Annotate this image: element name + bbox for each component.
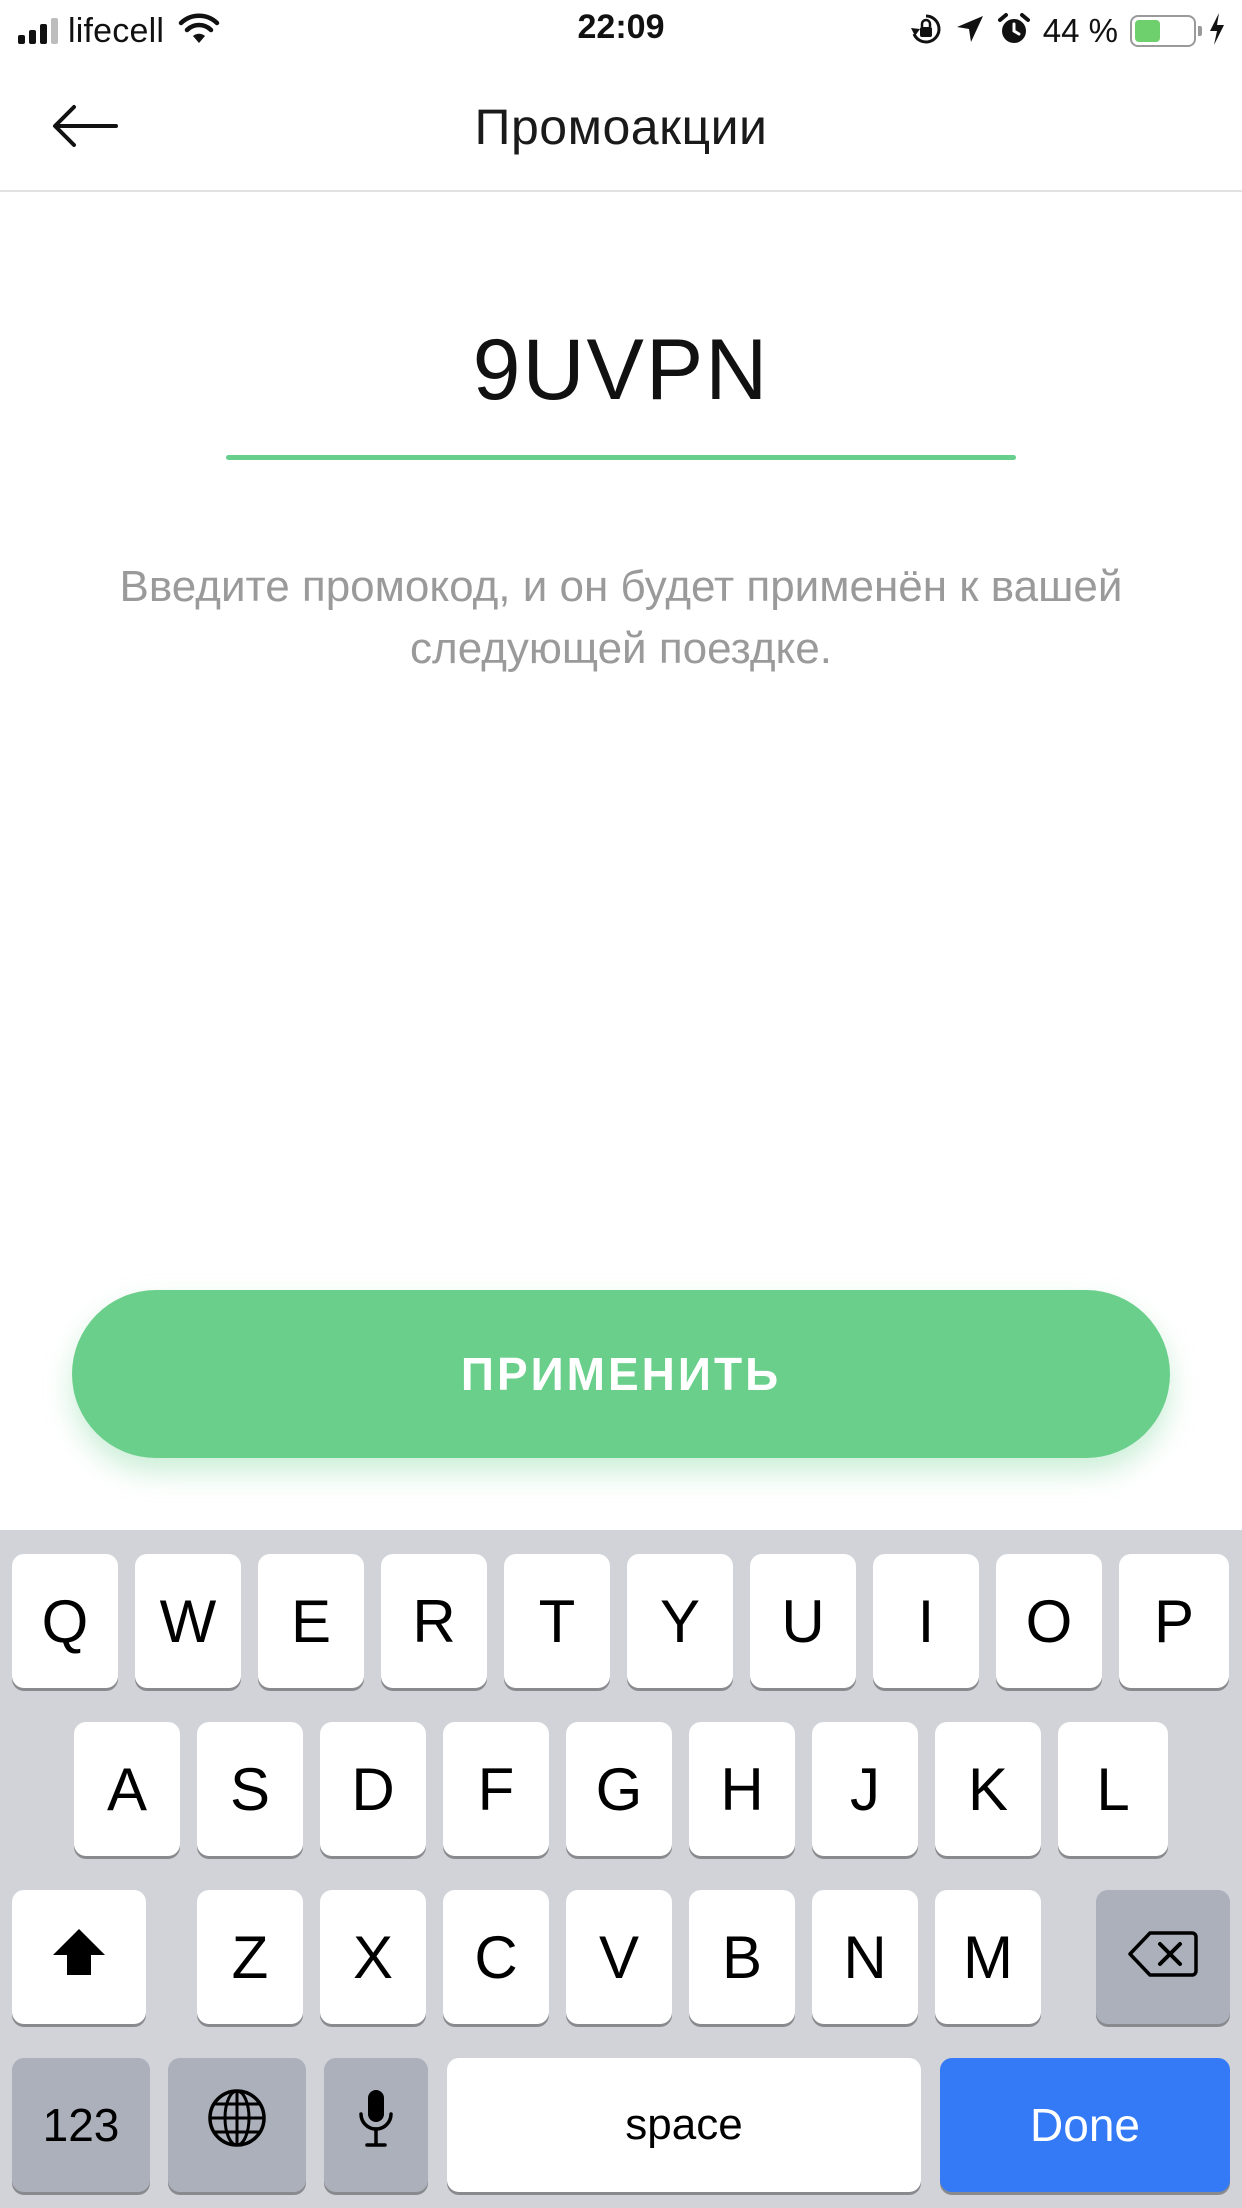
backspace-icon [1128,1923,1198,1992]
key-u[interactable]: U [750,1554,856,1688]
backspace-key[interactable] [1096,1890,1230,2024]
numbers-key[interactable]: 123 [12,2058,150,2192]
nav-bar: Промоакции [0,62,1242,192]
page-title: Промоакции [474,99,768,155]
shift-key[interactable] [12,1890,146,2024]
globe-key[interactable] [168,2058,306,2192]
key-s[interactable]: S [197,1722,303,1856]
promo-input-underline [226,455,1016,460]
microphone-key[interactable] [324,2058,428,2192]
promo-hint-text: Введите промокод, и он будет применён к … [119,562,1123,673]
key-a[interactable]: A [74,1722,180,1856]
key-y[interactable]: Y [627,1554,733,1688]
key-g[interactable]: G [566,1722,672,1856]
status-right: 44 % [909,10,1226,52]
key-x[interactable]: X [320,1890,426,2024]
key-t[interactable]: T [504,1554,610,1688]
shift-arrow-icon [50,1923,108,1992]
key-w[interactable]: W [135,1554,241,1688]
key-v[interactable]: V [566,1890,672,2024]
key-j[interactable]: J [812,1722,918,1856]
apply-button[interactable]: ПРИМЕНИТЬ [72,1290,1170,1458]
microphone-icon [356,2087,396,2163]
orientation-lock-icon [909,12,943,51]
key-h[interactable]: H [689,1722,795,1856]
key-n[interactable]: N [812,1890,918,2024]
key-r[interactable]: R [381,1554,487,1688]
done-key[interactable]: Done [940,2058,1230,2192]
status-bar: lifecell 22:09 44 % [0,0,1242,62]
key-k[interactable]: K [935,1722,1041,1856]
battery-percent: 44 % [1042,12,1118,49]
key-b[interactable]: B [689,1890,795,2024]
promo-code-input[interactable] [226,320,1016,420]
charging-bolt-icon [1208,12,1226,51]
key-i[interactable]: I [873,1554,979,1688]
key-f[interactable]: F [443,1722,549,1856]
globe-icon [206,2087,268,2163]
key-o[interactable]: O [996,1554,1102,1688]
screen: lifecell 22:09 44 % Промоакции 9UVPN Вве… [0,0,1242,2208]
keyboard: Q W E R T Y U I O P A S D F G H J K L Z … [0,1530,1242,2208]
key-z[interactable]: Z [197,1890,303,2024]
key-c[interactable]: C [443,1890,549,2024]
location-arrow-icon [955,14,985,49]
space-key[interactable]: space [447,2058,921,2192]
battery-icon [1130,15,1202,47]
key-q[interactable]: Q [12,1554,118,1688]
alarm-icon [997,12,1031,51]
key-d[interactable]: D [320,1722,426,1856]
key-l[interactable]: L [1058,1722,1168,1856]
key-e[interactable]: E [258,1554,364,1688]
key-m[interactable]: M [935,1890,1041,2024]
key-p[interactable]: P [1119,1554,1229,1688]
